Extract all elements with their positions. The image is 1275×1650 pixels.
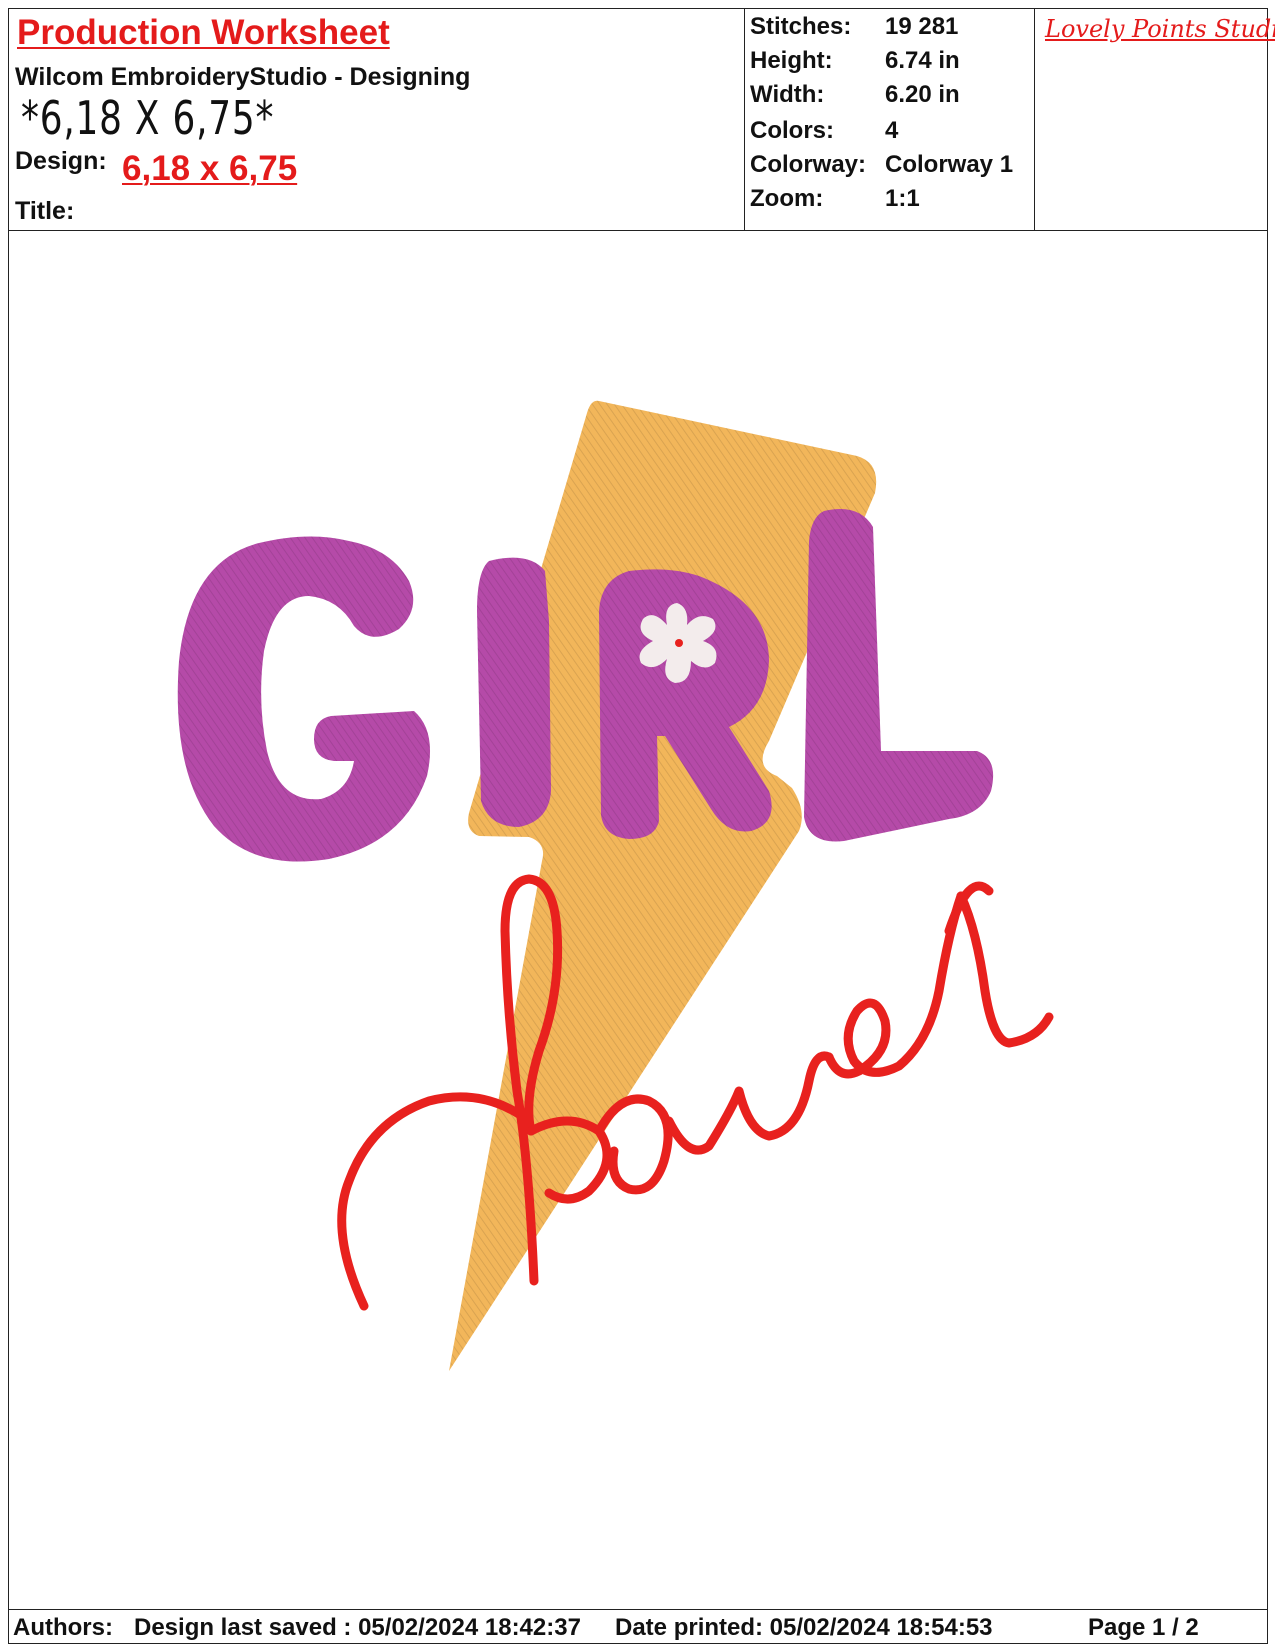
footer-last-saved: Design last saved : 05/02/2024 18:42:37 bbox=[134, 1614, 581, 1641]
footer-page-number: Page 1 / 2 bbox=[1088, 1614, 1199, 1641]
stat-label-width: Width: bbox=[750, 81, 825, 108]
stat-label-stitches: Stitches: bbox=[750, 13, 852, 40]
header-left: Production Worksheet Wilcom EmbroiderySt… bbox=[9, 9, 745, 230]
page-title: Production Worksheet bbox=[17, 13, 390, 52]
design-value: 6,18 x 6,75 bbox=[122, 149, 298, 188]
worksheet: Production Worksheet Wilcom EmbroiderySt… bbox=[8, 8, 1275, 1644]
software-name: Wilcom EmbroideryStudio - Designing bbox=[15, 63, 471, 91]
size-text: *6,18 X 6,75* bbox=[21, 91, 275, 145]
stat-value-stitches: 19 281 bbox=[885, 13, 959, 40]
stat-value-zoom: 1:1 bbox=[885, 185, 920, 212]
stat-label-height: Height: bbox=[750, 47, 833, 74]
stats-panel: Stitches: 19 281 Height: 6.74 in Width: … bbox=[745, 9, 1035, 230]
studio-logo: Lovely Points Studio bbox=[1045, 15, 1275, 43]
design-canvas bbox=[9, 231, 1267, 1611]
stat-value-width: 6.20 in bbox=[885, 81, 960, 108]
footer: Authors: Design last saved : 05/02/2024 … bbox=[9, 1609, 1267, 1643]
stat-label-colorway: Colorway: bbox=[750, 151, 867, 178]
embroidery-design bbox=[177, 400, 1054, 1371]
footer-authors: Authors: bbox=[13, 1614, 113, 1641]
stat-label-zoom: Zoom: bbox=[750, 185, 824, 212]
header: Production Worksheet Wilcom EmbroiderySt… bbox=[9, 9, 1275, 231]
stat-label-colors: Colors: bbox=[750, 117, 834, 144]
stat-value-height: 6.74 in bbox=[885, 47, 960, 74]
design-label: Design: bbox=[15, 147, 107, 175]
studio-panel: Lovely Points Studio bbox=[1035, 9, 1275, 230]
title-label: Title: bbox=[15, 197, 75, 225]
footer-date-printed: Date printed: 05/02/2024 18:54:53 bbox=[615, 1614, 993, 1641]
stat-value-colorway: Colorway 1 bbox=[885, 151, 1014, 178]
stat-value-colors: 4 bbox=[885, 117, 899, 144]
